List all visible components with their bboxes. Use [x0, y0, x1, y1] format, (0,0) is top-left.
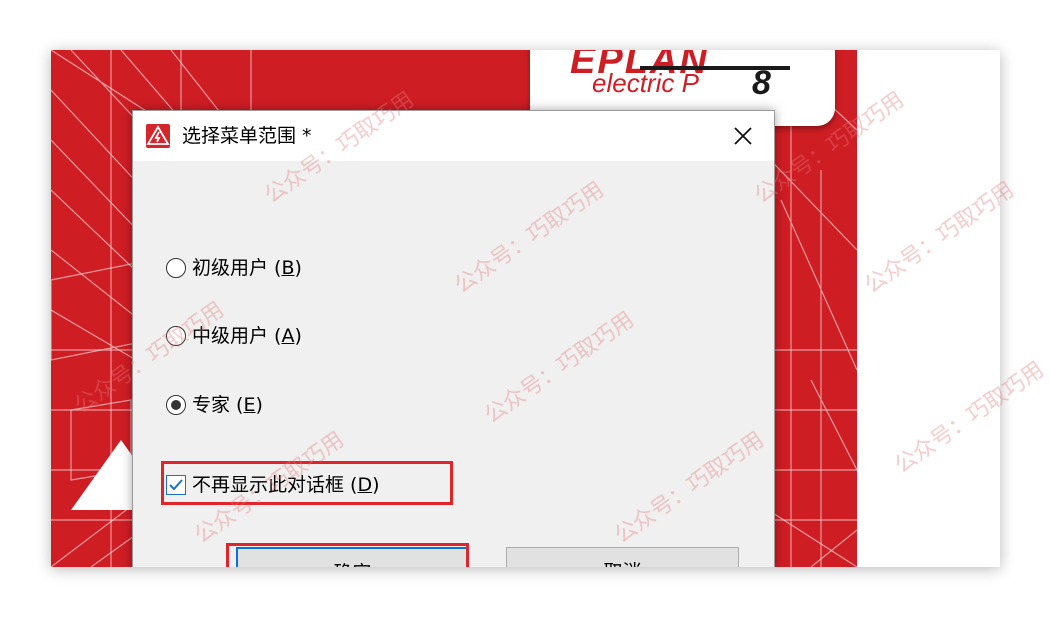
dialog-title: 选择菜单范围 * [182, 125, 312, 147]
eplan-logo-subtitle: electric P [592, 68, 699, 98]
select-menu-scope-dialog: 选择菜单范围 * 初级用户 (B) 中级用户 (A) 专家 (E) 不再显示此对… [132, 110, 775, 567]
eplan-logo-version: 8 [752, 64, 771, 102]
lightning-warning-icon [146, 124, 170, 148]
radio-option-intermediate[interactable]: 中级用户 (A) [166, 321, 302, 351]
annotation-highlight-checkbox [161, 461, 453, 505]
cancel-button[interactable]: 取消 [506, 547, 739, 567]
screenshot-frame: EPLAN electric P 8 选择菜单范围 * 初级用户 (B) 中级用… [51, 50, 1000, 567]
radio-button-expert[interactable] [166, 395, 186, 415]
radio-button-intermediate[interactable] [166, 326, 186, 346]
radio-label-expert: 专家 (E) [192, 394, 263, 416]
radio-button-beginner[interactable] [166, 258, 186, 278]
dialog-titlebar[interactable]: 选择菜单范围 * [133, 111, 774, 161]
annotation-highlight-ok [226, 543, 469, 567]
radio-label-beginner: 初级用户 (B) [192, 257, 302, 279]
radio-label-intermediate: 中级用户 (A) [192, 325, 302, 347]
radio-option-beginner[interactable]: 初级用户 (B) [166, 253, 302, 283]
radio-option-expert[interactable]: 专家 (E) [166, 390, 263, 420]
close-icon [734, 127, 752, 145]
close-button[interactable] [721, 116, 765, 156]
